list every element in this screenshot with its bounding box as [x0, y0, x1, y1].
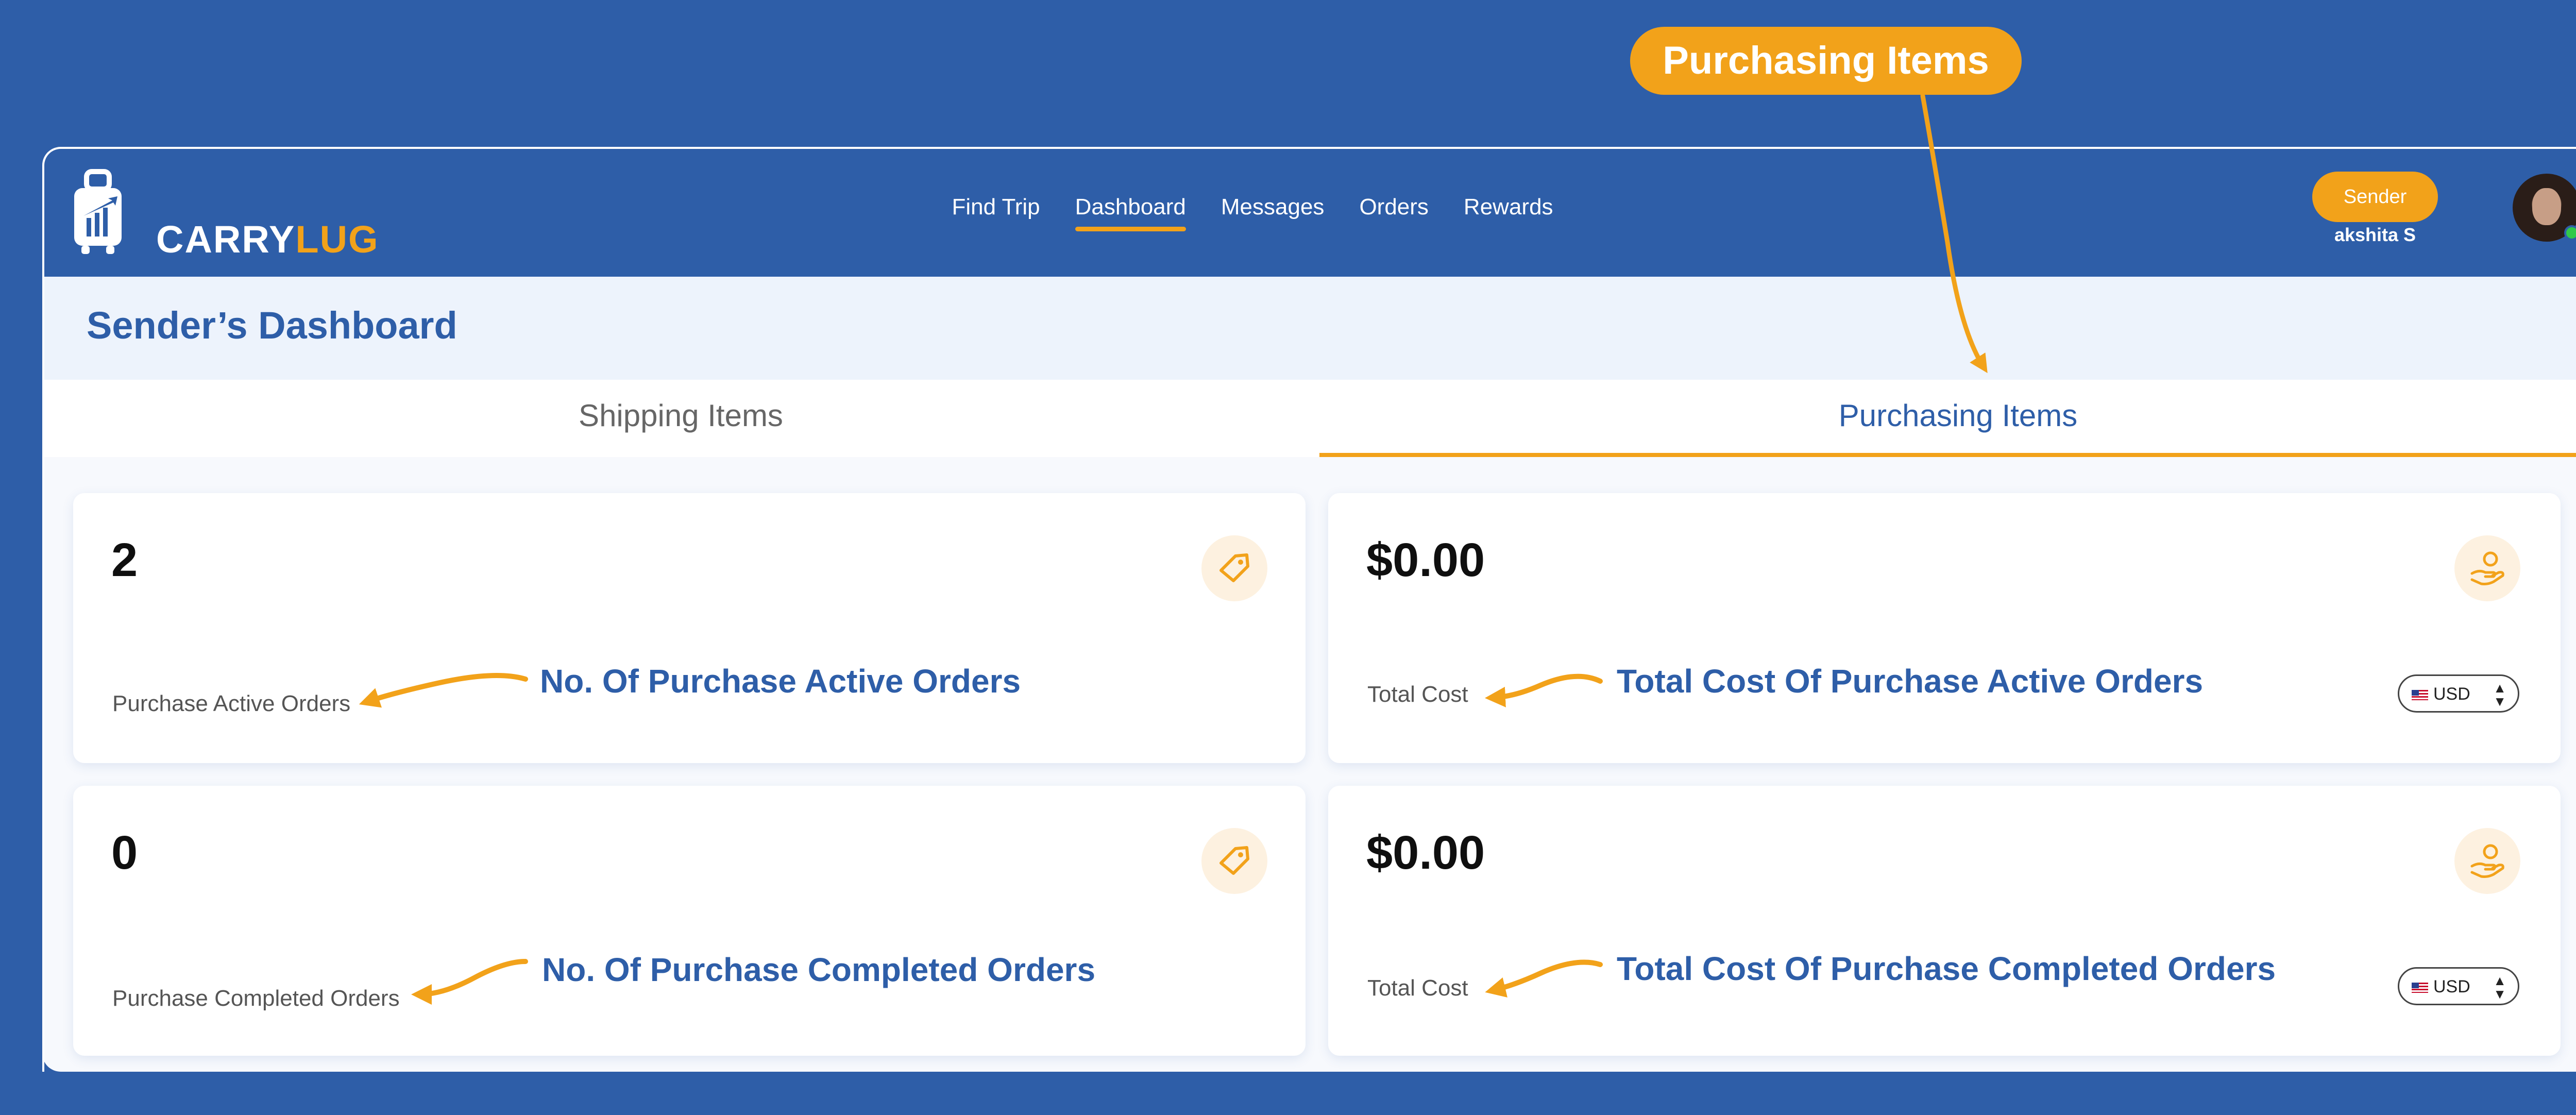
purchase-completed-orders-card: 0 Purchase Completed Orders	[73, 786, 1306, 1056]
sort-arrows-icon: ▲ ▼	[2493, 680, 2506, 709]
annotation-active-total-cost: Total Cost Of Purchase Active Orders	[1617, 663, 2204, 700]
card-value: 2	[111, 534, 138, 586]
card-label: Total Cost	[1367, 682, 1468, 707]
app-window: CARRYLUG Find Trip Dashboard Messages Or…	[42, 147, 2576, 1072]
card-label: Total Cost	[1367, 975, 1468, 1001]
us-flag-icon	[2412, 983, 2428, 993]
tag-icon	[1201, 535, 1267, 601]
hand-coin-icon	[2454, 828, 2520, 894]
currency-select[interactable]: USD ▲ ▼	[2398, 674, 2519, 713]
tag-icon	[1201, 828, 1267, 894]
card-label: Purchase Active Orders	[112, 691, 351, 716]
tab-purchasing-items[interactable]: Purchasing Items	[1319, 380, 2576, 457]
main-nav: Find Trip Dashboard Messages Orders Rewa…	[42, 194, 2530, 231]
dashboard-tabs: Shipping Items Purchasing Items	[42, 380, 2576, 457]
avatar-face	[2532, 188, 2561, 225]
top-navbar: CARRYLUG Find Trip Dashboard Messages Or…	[42, 147, 2576, 277]
card-value: 0	[111, 826, 138, 879]
dashboard-header: Sender’s Dashboard	[42, 277, 2576, 380]
avatar[interactable]	[2513, 174, 2576, 242]
tab-shipping-items[interactable]: Shipping Items	[42, 380, 1319, 457]
us-flag-icon	[2412, 690, 2428, 700]
purchasing-items-callout: Purchasing Items	[1630, 27, 2022, 95]
annotation-completed-total-cost: Total Cost Of Purchase Completed Orders	[1617, 950, 2276, 987]
currency-select[interactable]: USD ▲ ▼	[2398, 967, 2519, 1005]
completed-total-cost-card: $0.00 Total Cost USD ▲ ▼	[1328, 786, 2561, 1056]
card-label: Purchase Completed Orders	[112, 986, 400, 1011]
hand-coin-icon	[2454, 535, 2520, 601]
currency-code: USD	[2433, 977, 2470, 996]
annotation-active-orders: No. Of Purchase Active Orders	[540, 663, 1021, 700]
online-status-dot	[2564, 225, 2576, 241]
card-value: $0.00	[1366, 534, 1485, 586]
card-value: $0.00	[1366, 826, 1485, 879]
nav-orders[interactable]: Orders	[1359, 194, 1428, 231]
role-switch-button[interactable]: Sender	[2312, 172, 2438, 222]
nav-rewards[interactable]: Rewards	[1464, 194, 1553, 231]
nav-messages[interactable]: Messages	[1221, 194, 1325, 231]
user-name: akshita S	[2334, 224, 2416, 245]
sort-arrows-icon: ▲ ▼	[2493, 973, 2506, 1002]
currency-code: USD	[2433, 684, 2470, 704]
nav-find-trip[interactable]: Find Trip	[952, 194, 1040, 231]
annotation-completed-orders: No. Of Purchase Completed Orders	[542, 951, 1096, 988]
active-total-cost-card: $0.00 Total Cost USD ▲ ▼	[1328, 493, 2561, 763]
purchase-active-orders-card: 2 Purchase Active Orders	[73, 493, 1306, 763]
page-title: Sender’s Dashboard	[87, 304, 457, 347]
nav-dashboard[interactable]: Dashboard	[1075, 194, 1187, 231]
